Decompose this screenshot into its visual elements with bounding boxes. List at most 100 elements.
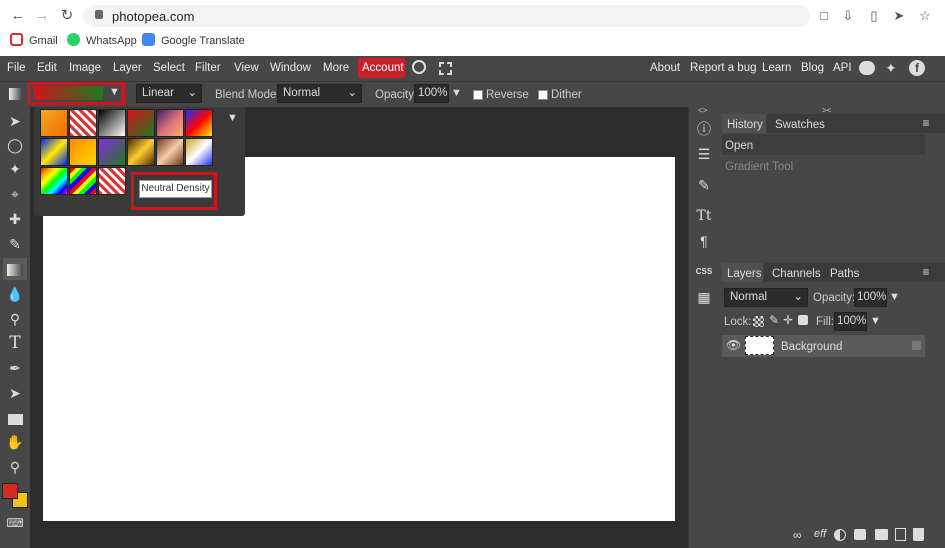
info-icon[interactable]: ⓘ: [691, 118, 717, 140]
gradient-preset[interactable]: [156, 109, 184, 137]
blur-tool-icon[interactable]: 💧: [3, 283, 27, 305]
foreground-color-swatch[interactable]: [2, 483, 18, 499]
lock-pixels-icon[interactable]: ✎: [769, 313, 779, 327]
menu-select[interactable]: Select: [153, 61, 185, 75]
path-select-icon[interactable]: ➤: [3, 382, 27, 404]
image-icon[interactable]: ▦: [691, 286, 717, 308]
layers-panel-menu-icon[interactable]: ≡: [918, 263, 934, 282]
adjustments-icon[interactable]: ☰: [691, 143, 717, 165]
layer-blend-select[interactable]: Normal ⌄: [724, 288, 808, 307]
gradient-preset[interactable]: [185, 138, 213, 166]
search-icon[interactable]: [412, 60, 426, 74]
back-icon[interactable]: ←: [8, 6, 28, 26]
layer-mask-icon[interactable]: [854, 529, 866, 540]
fill-input[interactable]: 100%: [834, 312, 867, 331]
paragraph-icon[interactable]: ¶: [691, 230, 717, 252]
facebook-icon[interactable]: f: [909, 60, 925, 76]
reddit-icon[interactable]: [859, 61, 875, 75]
healing-tool-icon[interactable]: ✚: [3, 208, 27, 230]
lock-all-icon[interactable]: [798, 315, 808, 325]
opacity-dropdown-icon[interactable]: ▼: [451, 87, 462, 99]
link-layers-icon[interactable]: ∞: [793, 528, 802, 542]
page-icon[interactable]: ▯: [866, 8, 882, 24]
gradient-dropdown-arrow-icon[interactable]: ▼: [109, 86, 120, 98]
history-item-gradient-tool[interactable]: Gradient Tool: [725, 160, 793, 174]
keyboard-icon[interactable]: ⌨: [3, 512, 27, 534]
menu-window[interactable]: Window: [270, 61, 311, 75]
send-icon[interactable]: ➤: [891, 8, 907, 24]
link-api[interactable]: API: [833, 61, 852, 75]
menu-image[interactable]: Image: [69, 61, 101, 75]
fullscreen-icon[interactable]: [439, 62, 452, 75]
move-tool-icon[interactable]: ➤: [3, 110, 27, 132]
gradient-tool-button[interactable]: [3, 258, 27, 280]
layer-opacity-input[interactable]: 100%: [854, 288, 887, 307]
trash-icon[interactable]: [913, 528, 924, 541]
opacity-input[interactable]: 100%: [414, 84, 449, 103]
menu-filter[interactable]: Filter: [195, 61, 221, 75]
menu-layer[interactable]: Layer: [113, 61, 142, 75]
lasso-tool-icon[interactable]: ◯: [3, 134, 27, 156]
download-icon[interactable]: ⇩: [840, 8, 856, 24]
menu-file[interactable]: File: [7, 61, 26, 75]
bookmark-gmail[interactable]: Gmail: [10, 33, 58, 49]
eye-icon[interactable]: 👁: [726, 338, 741, 352]
dither-checkbox[interactable]: [538, 89, 548, 103]
link-report-bug[interactable]: Report a bug: [690, 61, 757, 75]
link-about[interactable]: About: [650, 61, 680, 75]
link-blog[interactable]: Blog: [801, 61, 824, 75]
gradient-preset[interactable]: [69, 167, 97, 195]
menu-edit[interactable]: Edit: [37, 61, 57, 75]
adjustment-layer-icon[interactable]: [834, 529, 846, 541]
zoom-tool-icon[interactable]: ⚲: [3, 456, 27, 478]
menu-more[interactable]: More: [323, 61, 349, 75]
shape-tool-icon[interactable]: [3, 407, 27, 429]
bookmark-google-translate[interactable]: Google Translate: [142, 33, 245, 49]
collapse-icon[interactable]: <>: [698, 106, 707, 115]
gradient-preview[interactable]: [33, 86, 103, 100]
gradient-preset[interactable]: [40, 109, 68, 137]
brush-settings-icon[interactable]: ✎: [691, 174, 717, 196]
fill-dropdown-icon[interactable]: ▼: [870, 315, 881, 327]
tab-channels[interactable]: Channels: [772, 267, 821, 281]
link-learn[interactable]: Learn: [762, 61, 791, 75]
menu-view[interactable]: View: [234, 61, 259, 75]
bookmark-whatsapp[interactable]: WhatsApp: [67, 33, 137, 49]
gradient-type-select[interactable]: Linear ⌄: [136, 84, 202, 103]
gradient-preset[interactable]: [69, 138, 97, 166]
new-group-icon[interactable]: [875, 529, 888, 540]
pen-tool-icon[interactable]: ✒: [3, 357, 27, 379]
tab-swatches[interactable]: Swatches: [775, 118, 825, 132]
css-icon[interactable]: CSS: [691, 261, 717, 283]
layer-effects-icon[interactable]: eff: [814, 528, 826, 540]
hand-tool-icon[interactable]: ✋: [3, 431, 27, 453]
twitter-icon[interactable]: ✦: [885, 61, 902, 75]
gradient-preset[interactable]: [156, 138, 184, 166]
dodge-tool-icon[interactable]: ⚲: [3, 308, 27, 330]
lock-transparency-icon[interactable]: [753, 316, 764, 327]
blend-mode-select[interactable]: Normal ⌄: [277, 84, 362, 103]
url-text[interactable]: photopea.com: [112, 9, 194, 24]
forward-icon[interactable]: →: [32, 6, 52, 26]
brush-tool-icon[interactable]: ✎: [3, 233, 27, 255]
gradient-preset[interactable]: [127, 138, 155, 166]
share-icon[interactable]: □: [816, 8, 832, 24]
gradient-preset[interactable]: [185, 109, 213, 137]
gradient-preset[interactable]: [69, 109, 97, 137]
history-panel-menu-icon[interactable]: ≡: [918, 114, 934, 133]
gradient-preset[interactable]: [98, 167, 126, 195]
reverse-checkbox[interactable]: [473, 89, 483, 103]
gradient-preset[interactable]: [98, 109, 126, 137]
gradient-preset[interactable]: [40, 138, 68, 166]
lock-position-icon[interactable]: ✛: [783, 313, 793, 327]
crop-tool-icon[interactable]: ⌖: [3, 183, 27, 205]
tab-paths[interactable]: Paths: [830, 267, 859, 281]
magic-wand-icon[interactable]: ✦: [3, 158, 27, 180]
type-tool-icon[interactable]: T: [3, 332, 27, 354]
star-icon[interactable]: ☆: [917, 8, 933, 24]
gradient-preset[interactable]: [98, 138, 126, 166]
character-icon[interactable]: Tt: [691, 205, 717, 227]
popup-menu-arrow-icon[interactable]: ▼: [227, 112, 238, 124]
reload-icon[interactable]: ↻: [57, 6, 77, 26]
gradient-preset[interactable]: [40, 167, 68, 195]
